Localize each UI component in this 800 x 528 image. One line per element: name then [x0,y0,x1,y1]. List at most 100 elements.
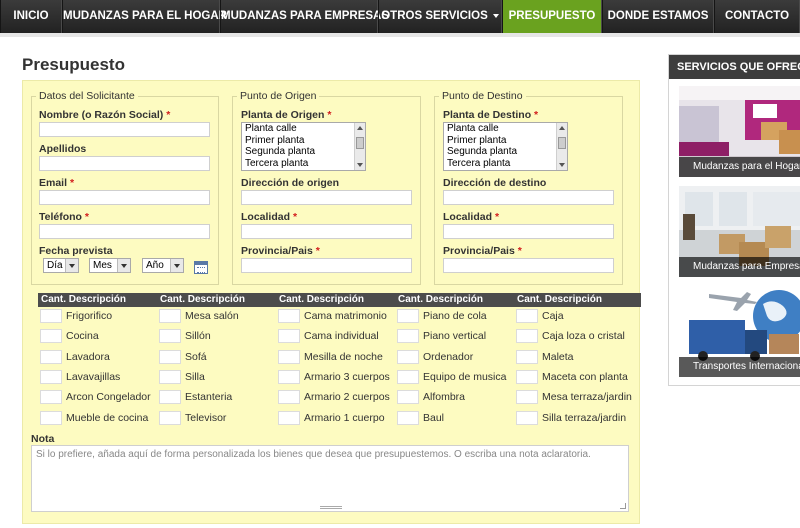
apellidos-input[interactable] [39,156,210,171]
quantity-input[interactable] [516,370,538,384]
list-option[interactable]: Segunda planta [242,146,365,158]
item-description: Mesa terraza/jardin [542,391,632,403]
quantity-input[interactable] [278,370,300,384]
label-localidad-destino: Localidad * [443,211,500,223]
quantity-input[interactable] [397,350,419,364]
quantity-input[interactable] [516,309,538,323]
resize-bar[interactable] [320,506,342,509]
quantity-input[interactable] [159,370,181,384]
list-option[interactable]: Primer planta [444,135,567,147]
resize-grip-icon[interactable] [620,503,626,509]
list-option[interactable]: Segunda planta [444,146,567,158]
email-input[interactable] [39,190,210,205]
quantity-input[interactable] [159,350,181,364]
legend-origen: Punto de Origen [240,90,317,102]
provincia-destino-input[interactable] [443,258,614,273]
nav-otros-servicios[interactable]: OTROS SERVICIOS [378,0,502,33]
list-option[interactable]: Primer planta [242,135,365,147]
nav-contacto[interactable]: CONTACTO [714,0,800,33]
nombre-input[interactable] [39,122,210,137]
grid-column-header: Cant. Descripción [398,294,484,305]
label-fecha: Fecha prevista [39,245,113,257]
quantity-input[interactable] [397,390,419,404]
list-option[interactable]: Tercera planta [242,158,365,170]
item-description: Alfombra [423,391,466,403]
item-description: Sofá [185,351,207,363]
item-description: Armario 1 cuerpo [304,412,385,424]
nav-inicio[interactable]: INICIO [0,0,62,33]
label-provincia-origen: Provincia/Pais * [241,245,320,257]
quantity-input[interactable] [516,329,538,343]
quantity-input[interactable] [516,350,538,364]
service-card-hogar[interactable]: Mudanzas para el Hogar [679,86,800,177]
service-card-empresas[interactable]: Mudanzas para Empresas [679,186,800,277]
planta-destino-list[interactable]: Planta calle Primer planta Segunda plant… [443,122,568,171]
direccion-origen-input[interactable] [241,190,412,205]
quantity-input[interactable] [397,370,419,384]
sidebar-title: SERVICIOS QUE OFRECEMOS [669,55,800,79]
list-option[interactable]: Planta calle [444,123,567,135]
item-description: Caja [542,310,564,322]
quantity-input[interactable] [40,309,62,323]
quantity-input[interactable] [40,329,62,343]
scrollbar[interactable] [354,123,365,170]
quantity-input[interactable] [397,329,419,343]
quantity-input[interactable] [278,411,300,425]
label-planta-origen: Planta de Origen * [241,109,332,121]
quantity-input[interactable] [159,329,181,343]
scroll-up-icon [559,126,565,130]
year-select[interactable]: Año [142,258,184,273]
quantity-input[interactable] [159,309,181,323]
quantity-input[interactable] [516,390,538,404]
nav-donde-estamos[interactable]: DONDE ESTAMOS [602,0,714,33]
scroll-thumb[interactable] [558,137,566,149]
planta-origen-list[interactable]: Planta calle Primer planta Segunda plant… [241,122,366,171]
item-description: Equipo de musica [423,371,507,383]
quantity-input[interactable] [40,370,62,384]
calendar-icon[interactable] [194,261,208,274]
item-description: Televisor [185,412,227,424]
quantity-input[interactable] [278,329,300,343]
quantity-input[interactable] [40,390,62,404]
item-description: Maceta con planta [542,371,628,383]
month-select[interactable]: Mes [89,258,131,273]
scrollbar[interactable] [556,123,567,170]
quantity-input[interactable] [516,411,538,425]
localidad-destino-input[interactable] [443,224,614,239]
quantity-input[interactable] [278,309,300,323]
chevron-down-icon [65,259,78,272]
grid-column-header: Cant. Descripción [41,294,127,305]
nav-label: MUDANZAS PARA EMPRESAS [221,10,390,22]
nota-textarea[interactable]: Si lo prefiere, añada aquí de forma pers… [31,445,629,512]
item-description: Cama matrimonio [304,310,387,322]
legend-destino: Punto de Destino [442,90,523,102]
provincia-origen-input[interactable] [241,258,412,273]
service-card-caption: Transportes Internacionales [679,357,800,377]
list-option[interactable]: Planta calle [242,123,365,135]
nav-label: CONTACTO [724,10,790,22]
quantity-input[interactable] [278,390,300,404]
list-option[interactable]: Tercera planta [444,158,567,170]
label-apellidos: Apellidos [39,143,87,155]
label-planta-destino: Planta de Destino * [443,109,539,121]
service-card-internacional[interactable]: Transportes Internacionales [679,286,800,377]
item-description: Piano de cola [423,310,487,322]
telefono-input[interactable] [39,224,210,239]
label-telefono: Teléfono * [39,211,89,223]
quantity-input[interactable] [40,411,62,425]
nav-mudanzas-hogar[interactable]: MUDANZAS PARA EL HOGAR [62,0,227,33]
quantity-input[interactable] [159,411,181,425]
nav-mudanzas-empresas[interactable]: MUDANZAS PARA EMPRESAS [220,0,389,33]
scroll-thumb[interactable] [356,137,364,149]
quantity-input[interactable] [159,390,181,404]
nav-presupuesto[interactable]: PRESUPUESTO [502,0,602,33]
direccion-destino-input[interactable] [443,190,614,205]
page-title: Presupuesto [22,55,125,74]
quantity-input[interactable] [40,350,62,364]
localidad-origen-input[interactable] [241,224,412,239]
quantity-input[interactable] [278,350,300,364]
quantity-input[interactable] [397,309,419,323]
day-select[interactable]: Día [43,258,79,273]
nav-underline [0,33,800,37]
quantity-input[interactable] [397,411,419,425]
